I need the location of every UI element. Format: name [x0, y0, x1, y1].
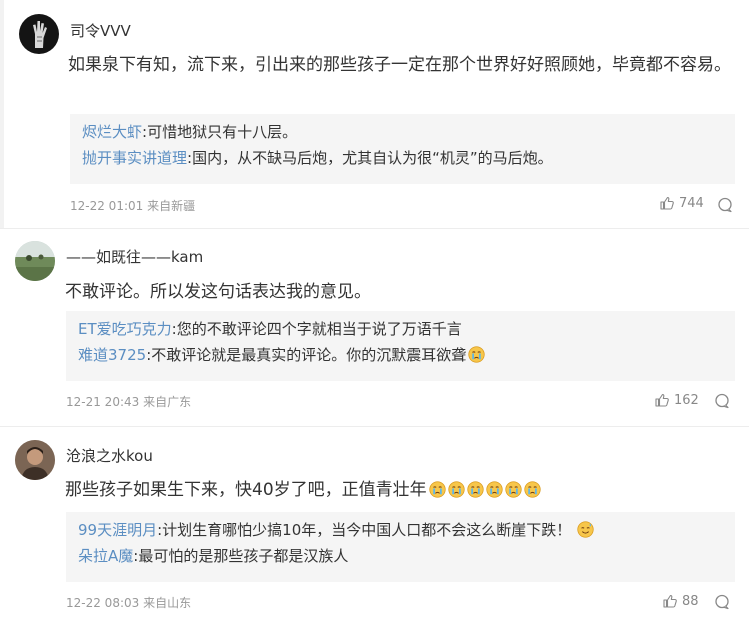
reply-username[interactable]: 难道3725 [78, 346, 146, 364]
comment-bubble-icon[interactable] [716, 196, 734, 214]
crying-face-emoji [524, 481, 541, 498]
reply-text: :最可怕的是那些孩子都是汉族人 [133, 547, 349, 565]
comment-content: 那些孩子如果生下来，快40岁了吧，正值青壮年 [65, 475, 735, 506]
reply-username[interactable]: 99天涯明月 [78, 521, 157, 539]
reply-text: :可惜地狱只有十八层。 [142, 123, 298, 141]
reply-username[interactable]: 抛开事实讲道理 [82, 149, 187, 167]
thumbs-up-icon [663, 594, 677, 608]
reply-item: 难道3725:不敢评论就是最真实的评论。你的沉默震耳欲聋 [78, 342, 735, 368]
comment-bubble-icon[interactable] [713, 593, 731, 611]
avatar[interactable] [15, 241, 55, 281]
like-count: 744 [679, 195, 704, 211]
comment-bubble-icon[interactable] [713, 392, 731, 410]
comment-meta: 12-22 01:01 来自新疆 [70, 199, 196, 213]
reply-username[interactable]: ET爱吃巧克力 [78, 320, 172, 338]
reply-box: 烬烂大虾:可惜地狱只有十八层。 抛开事实讲道理:国内，从不缺马后炮，尤其自认为很… [70, 114, 735, 184]
like-button[interactable]: 162 [654, 392, 699, 408]
avatar[interactable] [15, 440, 55, 480]
thumbs-up-icon [655, 393, 669, 407]
reply-text: :不敢评论就是最真实的评论。你的沉默震耳欲聋 [146, 346, 467, 364]
like-count: 88 [682, 593, 699, 609]
comment-meta: 12-22 08:03 来自山东 [66, 596, 192, 610]
reply-text: :您的不敢评论四个字就相当于说了万语千言 [171, 320, 462, 338]
reply-item: 99天涯明月:计划生育哪怕少搞10年，当今中国人口都不会这么断崖下跌！ [78, 517, 735, 543]
comment-item: 司令VVV 如果泉下有知，流下来，引出来的那些孩子一定在那个世界好好照顾她，毕竟… [0, 0, 749, 228]
comment-meta: 12-21 20:43 来自广东 [66, 395, 192, 409]
crying-face-emoji [505, 481, 522, 498]
username[interactable]: 司令VVV [70, 20, 131, 41]
comment-text: 那些孩子如果生下来，快40岁了吧，正值青壮年 [65, 480, 427, 500]
reply-box: 99天涯明月:计划生育哪怕少搞10年，当今中国人口都不会这么断崖下跌！ 朵拉A魔… [66, 512, 735, 582]
crying-face-emoji [468, 346, 485, 363]
crying-face-emoji [448, 481, 465, 498]
reply-username[interactable]: 烬烂大虾 [82, 123, 142, 141]
comment-item: ——如既往——kam 不敢评论。所以发这句话表达我的意见。 ET爱吃巧克力:您的… [0, 229, 749, 426]
reply-item: ET爱吃巧克力:您的不敢评论四个字就相当于说了万语千言 [78, 316, 735, 342]
reply-item: 抛开事实讲道理:国内，从不缺马后炮，尤其自认为很“机灵”的马后炮。 [82, 145, 735, 171]
username[interactable]: ——如既往——kam [66, 246, 203, 267]
comment-content: 不敢评论。所以发这句话表达我的意见。 [65, 282, 371, 302]
reply-text: :国内，从不缺马后炮，尤其自认为很“机灵”的马后炮。 [187, 149, 553, 167]
comment-item: 沧浪之水kou 那些孩子如果生下来，快40岁了吧，正值青壮年 99天涯明月:计划… [0, 427, 749, 621]
crying-face-emoji [486, 481, 503, 498]
crying-face-emoji [467, 481, 484, 498]
username[interactable]: 沧浪之水kou [66, 445, 153, 466]
comment-content: 如果泉下有知，流下来，引出来的那些孩子一定在那个世界好好照顾她，毕竟都不容易。 [68, 55, 731, 75]
sweat-smile-emoji [577, 521, 594, 538]
reply-item: 朵拉A魔:最可怕的是那些孩子都是汉族人 [78, 543, 735, 569]
avatar[interactable] [19, 14, 59, 54]
reply-username[interactable]: 朵拉A魔 [78, 547, 133, 565]
thumbs-up-icon [660, 196, 674, 210]
reply-text: :计划生育哪怕少搞10年，当今中国人口都不会这么断崖下跌！ [157, 521, 572, 539]
reply-item: 烬烂大虾:可惜地狱只有十八层。 [82, 119, 735, 145]
crying-face-emoji [429, 481, 446, 498]
like-button[interactable]: 744 [659, 195, 704, 211]
reply-box: ET爱吃巧克力:您的不敢评论四个字就相当于说了万语千言 难道3725:不敢评论就… [66, 311, 735, 381]
like-button[interactable]: 88 [662, 593, 699, 609]
like-count: 162 [674, 392, 699, 408]
